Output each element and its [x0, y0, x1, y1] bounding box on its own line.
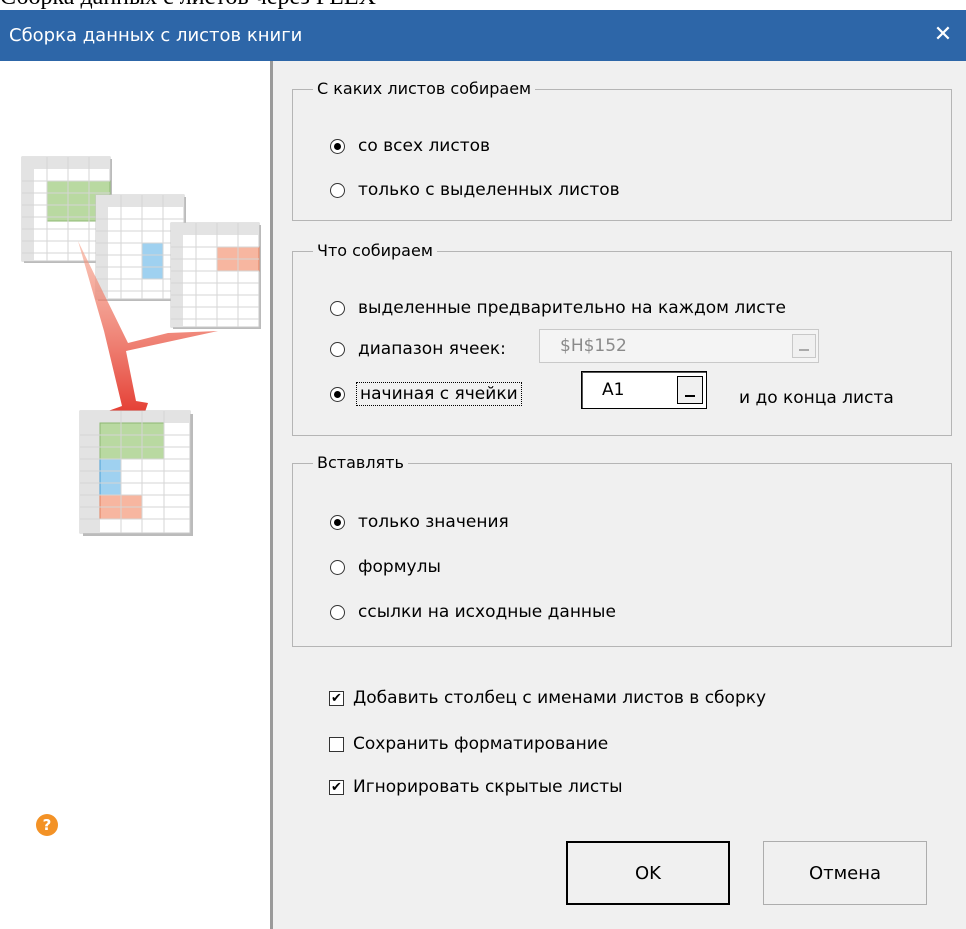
start-cell-input[interactable]: A1 [581, 371, 707, 409]
group-title: Что собираем [313, 240, 437, 262]
radio-label: ссылки на исходные данные [358, 602, 616, 622]
title-bar: Сборка данных с листов книги ✕ [0, 10, 966, 61]
paste-group: Вставлять только значения формулы ссылки… [292, 452, 952, 647]
checkbox-label: Сохранить форматирование [353, 734, 609, 754]
checkbox-keep-formatting[interactable]: Сохранить форматирование [329, 734, 608, 754]
close-icon[interactable]: ✕ [926, 18, 960, 52]
help-icon[interactable]: ? [36, 814, 58, 836]
radio-label: диапазон ячеек: [358, 339, 506, 359]
radio-label: со всех листов [358, 136, 491, 156]
range-select-button[interactable] [792, 334, 816, 358]
start-cell-value: A1 [602, 380, 625, 400]
radio-indicator[interactable] [330, 341, 345, 357]
radio-indicator[interactable] [330, 300, 345, 316]
radio-indicator[interactable] [330, 138, 345, 154]
radio-from-cell[interactable]: начиная с ячейки [330, 382, 522, 406]
checkbox-indicator[interactable] [329, 736, 344, 752]
collapse-icon [685, 395, 695, 397]
illustration-panel: ? [8, 61, 273, 929]
radio-label: только с выделенных листов [358, 180, 620, 200]
radio-values-only[interactable]: только значения [330, 512, 509, 532]
checkbox-ignore-hidden[interactable]: ✔ Игнорировать скрытые листы [329, 777, 623, 797]
page-caption: Сборка данных с листов через PLEX [0, 0, 376, 10]
group-title: Вставлять [313, 452, 408, 474]
sheet-icon-3 [170, 222, 261, 329]
radio-all-sheets[interactable]: со всех листов [330, 136, 490, 156]
sheets-merge-illustration [21, 156, 261, 536]
start-cell-select-button[interactable] [677, 376, 703, 404]
collapse-icon [799, 349, 809, 351]
dialog-client: ? С каких листов собираем со всех листов… [8, 61, 966, 929]
what-collect-group: Что собираем выделенные предварительно н… [292, 240, 952, 436]
checkbox-indicator[interactable]: ✔ [329, 779, 344, 795]
radio-indicator[interactable] [330, 559, 345, 575]
window-title: Сборка данных с листов книги [9, 25, 303, 46]
radio-selected-sheets[interactable]: только с выделенных листов [330, 180, 620, 200]
radio-cell-range[interactable]: диапазон ячеек: [330, 339, 506, 359]
radio-formulas[interactable]: формулы [330, 557, 441, 577]
group-title: С каких листов собираем [313, 78, 536, 100]
radio-indicator[interactable] [330, 182, 345, 198]
checkbox-label: Добавить столбец с именами листов в сбор… [353, 688, 767, 708]
checkbox-add-sheet-names[interactable]: ✔ Добавить столбец с именами листов в сб… [329, 688, 766, 708]
checkbox-indicator[interactable]: ✔ [329, 690, 344, 706]
checkbox-label: Игнорировать скрытые листы [353, 777, 623, 797]
range-input-value: $H$152 [560, 336, 627, 356]
radio-preselected-ranges[interactable]: выделенные предварительно на каждом лист… [330, 298, 786, 318]
radio-indicator[interactable] [330, 604, 345, 620]
radio-indicator[interactable] [330, 386, 345, 402]
result-sheet-icon [79, 410, 193, 536]
to-end-label: и до конца листа [739, 388, 894, 408]
radio-indicator[interactable] [330, 514, 345, 530]
sheets-source-group: С каких листов собираем со всех листов т… [292, 78, 952, 221]
range-input[interactable]: $H$152 [539, 329, 819, 363]
radio-label: формулы [358, 557, 441, 577]
cancel-button[interactable]: Отмена [763, 841, 927, 905]
ok-button[interactable]: OK [566, 841, 730, 905]
radio-label: выделенные предварительно на каждом лист… [358, 298, 786, 318]
radio-label: начиная с ячейки [356, 382, 522, 406]
radio-label: только значения [358, 512, 509, 532]
radio-source-links[interactable]: ссылки на исходные данные [330, 602, 616, 622]
